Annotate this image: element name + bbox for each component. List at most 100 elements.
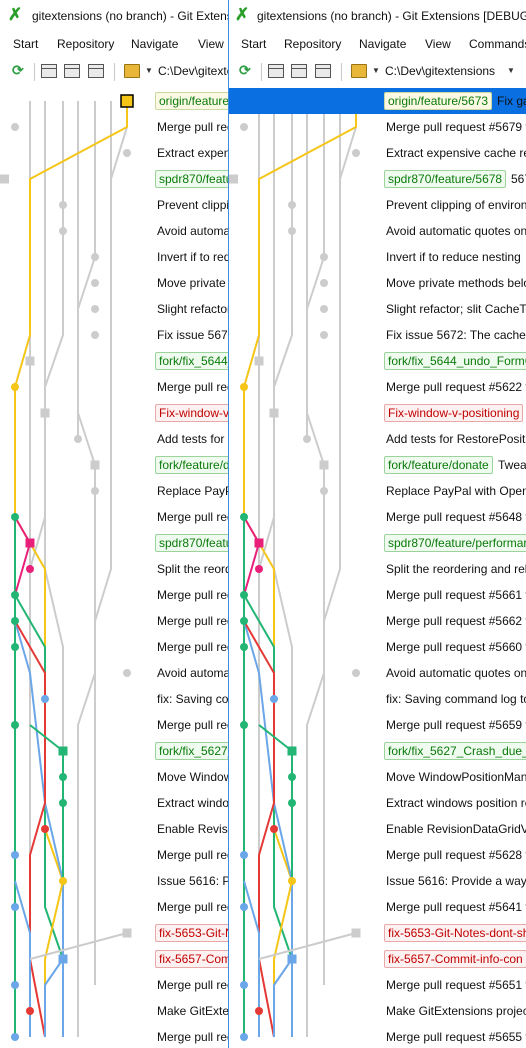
branch-badge[interactable]: fork/fix_5627_Crash_due_to: [155, 742, 228, 760]
commit-row[interactable]: Fix-window-v-positioning: [229, 400, 526, 426]
branch-badge[interactable]: Fix-window-v-positioning: [384, 404, 524, 422]
branch-badge[interactable]: origin/feature/5673: [384, 92, 493, 110]
branch-badge[interactable]: fix-5653-Git-Notes-dont-sh: [384, 924, 526, 942]
commit-row[interactable]: fork/fix_5627_Crash_due_to: [229, 738, 526, 764]
commit-row[interactable]: Invert if to reduce nesting: [0, 244, 228, 270]
commit-row[interactable]: Add tests for RestorePositic: [229, 426, 526, 452]
commit-row-selected[interactable]: origin/feature/5673Fix ga: [229, 88, 526, 114]
commit-row[interactable]: Split the reordering and reb: [0, 556, 228, 582]
commit-row[interactable]: Merge pull request #5628 fr: [229, 842, 526, 868]
commit-row[interactable]: Merge pull request #5659 fr: [0, 712, 228, 738]
commit-row[interactable]: Merge pull request #5660 fr: [0, 634, 228, 660]
menu-start[interactable]: Start: [13, 37, 38, 51]
commit-row[interactable]: Slight refactor; slit CacheTo: [0, 296, 228, 322]
chevron-down-icon[interactable]: ▼: [145, 66, 153, 75]
commit-row[interactable]: Merge pull request #5662 fr: [229, 608, 526, 634]
commit-row[interactable]: Slight refactor; slit CacheTo: [229, 296, 526, 322]
commit-row[interactable]: Extract expensive cache reb: [0, 140, 228, 166]
commit-row[interactable]: Merge pull request #5660 fr: [229, 634, 526, 660]
commit-row[interactable]: fork/fix_5644_undo_FormC: [0, 348, 228, 374]
branch-badge[interactable]: fork/fix_5644_undo_FormC: [384, 352, 526, 370]
branch-badge[interactable]: fork/feature/donate: [155, 456, 228, 474]
layout-icon[interactable]: [291, 64, 307, 78]
commit-row[interactable]: Add tests for RestorePositic: [0, 426, 228, 452]
menu-start[interactable]: Start: [241, 37, 266, 51]
refresh-icon[interactable]: ⟳: [239, 63, 255, 77]
commit-row[interactable]: spdr870/feature/performar: [229, 530, 526, 556]
commit-row[interactable]: fork/feature/donateTwea: [229, 452, 526, 478]
menu-view[interactable]: View: [198, 37, 224, 51]
commit-row[interactable]: Replace PayPal with Open C: [229, 478, 526, 504]
commit-row[interactable]: Merge pull request #5622 fr: [229, 374, 526, 400]
commit-row[interactable]: fix: Saving command log to: [229, 686, 526, 712]
layout-icon[interactable]: [41, 64, 57, 78]
layout-icon[interactable]: [88, 64, 104, 78]
git-extensions-window-back[interactable]: ✗ gitextensions (no branch) - Git Exten s…: [0, 0, 228, 1048]
folder-icon[interactable]: [351, 64, 367, 78]
commit-row[interactable]: Fix issue 5672: The caches o: [229, 322, 526, 348]
menu-commands[interactable]: Commands: [469, 37, 526, 51]
branch-badge[interactable]: spdr870/feature/5678: [384, 170, 507, 188]
commit-row[interactable]: Extract expensive cache reb: [229, 140, 526, 166]
revision-grid[interactable]: origin/feature/5673Fix ga Merge pull requ…: [0, 88, 228, 1048]
commit-row[interactable]: Make GitExtensions project: [0, 998, 228, 1024]
menu-view[interactable]: View: [425, 37, 451, 51]
commit-row[interactable]: spdr870/feature/5678567: [0, 166, 228, 192]
commit-row[interactable]: Merge pull request #5655 fr: [0, 1024, 228, 1048]
commit-row[interactable]: fork/fix_5644_undo_FormC: [229, 348, 526, 374]
commit-row[interactable]: Merge pull request #5651 fr: [0, 972, 228, 998]
chevron-down-icon[interactable]: ▼: [372, 66, 380, 75]
commit-row[interactable]: Merge pull request #5651 fr: [229, 972, 526, 998]
commit-row[interactable]: Move private methods belo: [0, 270, 228, 296]
layout-icon[interactable]: [64, 64, 80, 78]
branch-badge[interactable]: fix-5657-Commit-info-con: [155, 950, 228, 968]
commit-row[interactable]: fix-5657-Commit-info-con: [229, 946, 526, 972]
commit-row[interactable]: Move WindowPositionMan: [0, 764, 228, 790]
commit-row[interactable]: fork/feature/donateTwea: [0, 452, 228, 478]
commit-row[interactable]: Avoid automatic quotes on: [229, 218, 526, 244]
branch-badge[interactable]: fork/fix_5627_Crash_due_to: [384, 742, 526, 760]
branch-badge[interactable]: fix-5657-Commit-info-con: [384, 950, 526, 968]
commit-row-selected[interactable]: origin/feature/5673Fix ga: [0, 88, 228, 114]
repository-path[interactable]: C:\Dev\gitextensions: [158, 64, 228, 78]
commit-row[interactable]: Enable RevisionDataGridVie: [229, 816, 526, 842]
commit-row[interactable]: Extract windows position re: [0, 790, 228, 816]
commit-row[interactable]: fork/fix_5627_Crash_due_to: [0, 738, 228, 764]
commit-row[interactable]: Avoid automatic quotes on: [229, 660, 526, 686]
branch-badge[interactable]: fork/feature/donate: [384, 456, 493, 474]
commit-row[interactable]: Split the reordering and reb: [229, 556, 526, 582]
menu-repository[interactable]: Repository: [284, 37, 341, 51]
commit-row[interactable]: Extract windows position re: [229, 790, 526, 816]
commit-row[interactable]: Avoid automatic quotes on: [0, 218, 228, 244]
branch-badge[interactable]: Fix-window-v-positioning: [155, 404, 228, 422]
commit-row[interactable]: Merge pull request #5661 fr: [229, 582, 526, 608]
layout-icon[interactable]: [268, 64, 284, 78]
repository-path[interactable]: C:\Dev\gitextensions: [385, 64, 495, 78]
branch-badge[interactable]: fork/fix_5644_undo_FormC: [155, 352, 228, 370]
commit-row[interactable]: Enable RevisionDataGridVie: [0, 816, 228, 842]
commit-row[interactable]: fix-5657-Commit-info-con: [0, 946, 228, 972]
commit-row[interactable]: fix-5653-Git-Notes-dont-sh: [229, 920, 526, 946]
commit-row[interactable]: Prevent clipping of environ: [229, 192, 526, 218]
layout-icon[interactable]: [315, 64, 331, 78]
commit-row[interactable]: Merge pull request #5662 fr: [0, 608, 228, 634]
commit-row[interactable]: Merge pull request #5648 fr: [229, 504, 526, 530]
commit-row[interactable]: Merge pull request #5641 fr: [229, 894, 526, 920]
branch-badge[interactable]: spdr870/feature/5678: [155, 170, 228, 188]
commit-row[interactable]: Make GitExtensions project: [229, 998, 526, 1024]
commit-row[interactable]: Merge pull request #5628 fr: [0, 842, 228, 868]
title-bar[interactable]: ✗ gitextensions (no branch) - Git Extens…: [229, 0, 526, 31]
title-bar[interactable]: ✗ gitextensions (no branch) - Git Extens…: [0, 0, 228, 31]
commit-row[interactable]: Merge pull request #5659 fr: [229, 712, 526, 738]
commit-row[interactable]: Prevent clipping of environ: [0, 192, 228, 218]
commit-row[interactable]: Move private methods belo: [229, 270, 526, 296]
git-extensions-window-front[interactable]: ✗ gitextensions (no branch) - Git Extens…: [228, 0, 526, 1048]
commit-row[interactable]: spdr870/feature/performar: [0, 530, 228, 556]
commit-row[interactable]: Avoid automatic quotes on: [0, 660, 228, 686]
commit-row[interactable]: Invert if to reduce nesting: [229, 244, 526, 270]
branch-badge[interactable]: origin/feature/5673: [155, 92, 228, 110]
commit-row[interactable]: Merge pull request #5661 fr: [0, 582, 228, 608]
revision-grid[interactable]: origin/feature/5673Fix ga Merge pull requ…: [229, 88, 526, 1048]
chevron-down-icon[interactable]: ▼: [507, 66, 515, 75]
folder-icon[interactable]: [124, 64, 140, 78]
